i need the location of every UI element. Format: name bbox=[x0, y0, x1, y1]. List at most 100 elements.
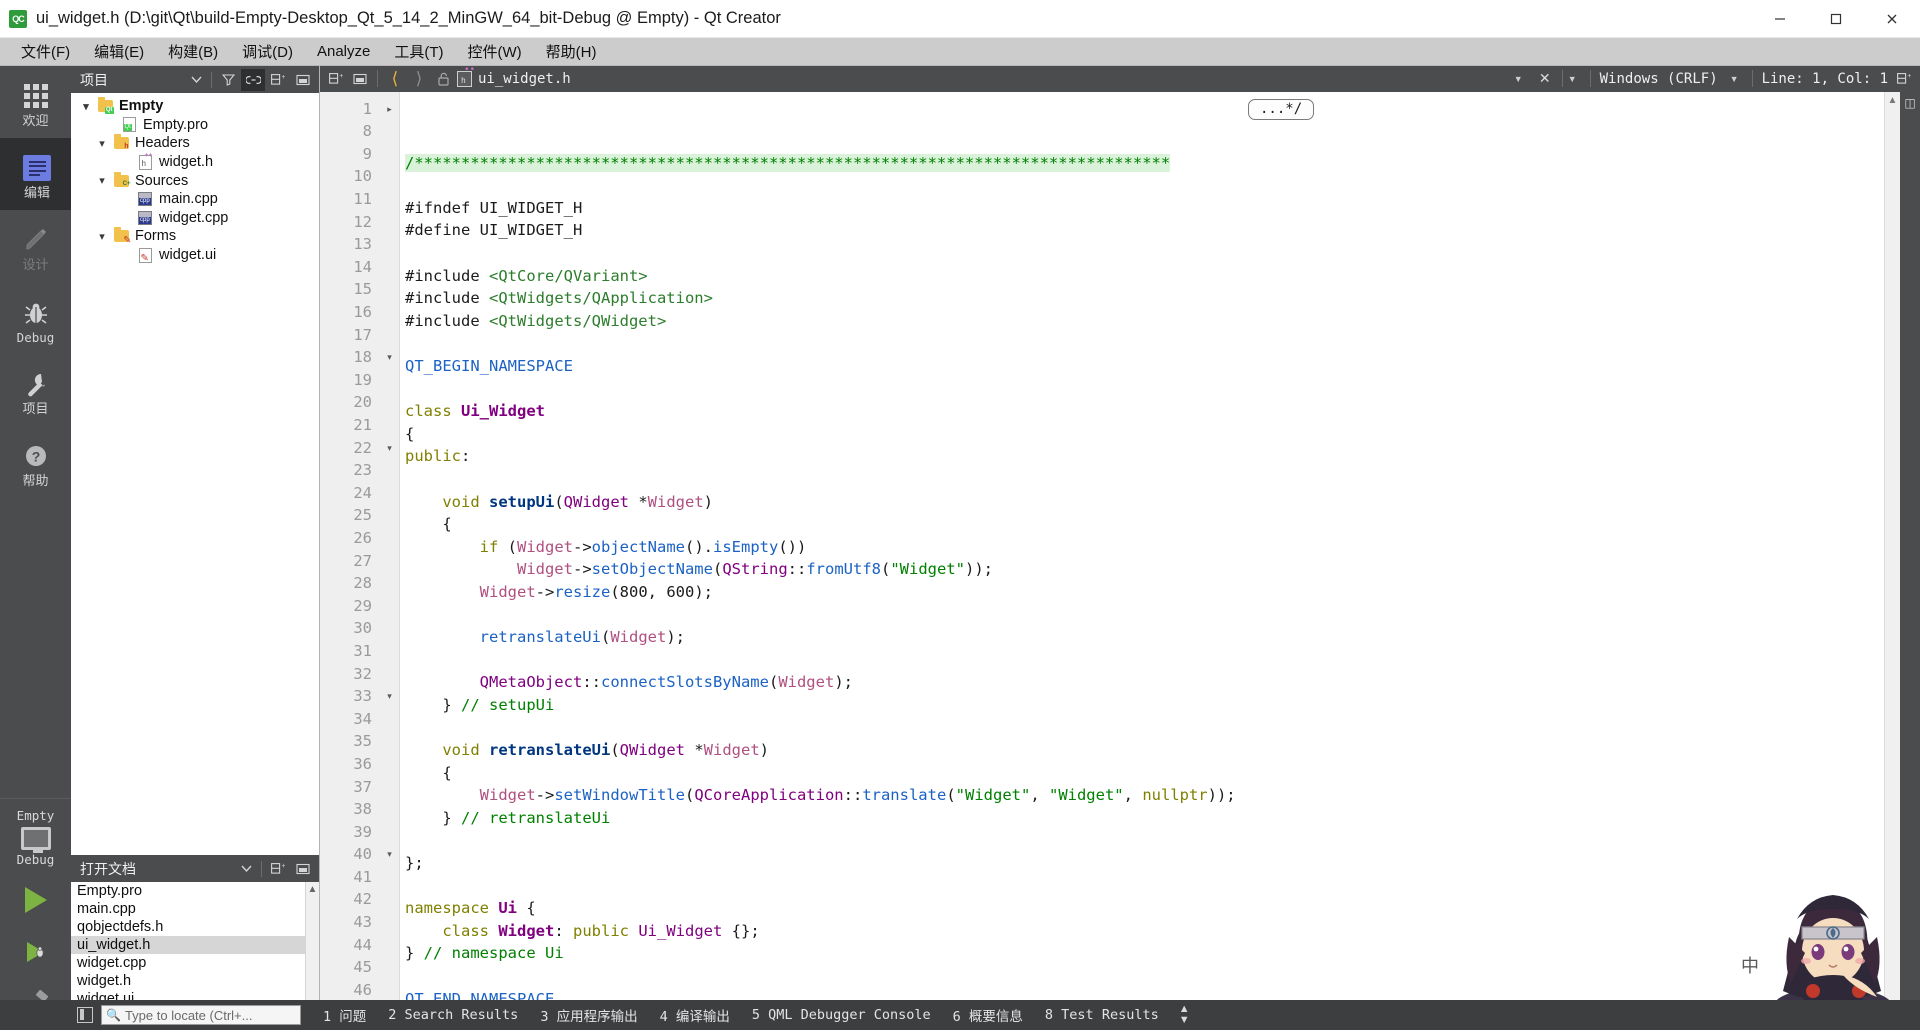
twisty-open-icon[interactable]: ▾ bbox=[93, 137, 111, 150]
kit-selector[interactable]: Empty Debug bbox=[0, 797, 71, 875]
divider bbox=[1561, 70, 1563, 88]
forward-arrow-icon[interactable]: ⟩ bbox=[407, 68, 431, 90]
menu-edit[interactable]: 编辑(E) bbox=[83, 38, 155, 65]
mode-button-design[interactable]: 设计 bbox=[0, 210, 71, 282]
debug-button[interactable] bbox=[0, 926, 71, 978]
menu-build[interactable]: 构建(B) bbox=[157, 38, 229, 65]
run-button[interactable] bbox=[0, 874, 71, 926]
menu-window[interactable]: 控件(W) bbox=[457, 38, 533, 65]
output-pane-test-results[interactable]: 8 Test Results bbox=[1045, 1007, 1159, 1023]
toggle-sidebar-icon[interactable] bbox=[77, 1007, 93, 1023]
fold-toggle-icon[interactable]: ▾ bbox=[380, 346, 399, 369]
tree-label: widget.cpp bbox=[159, 209, 229, 226]
minimize-button[interactable] bbox=[1752, 0, 1808, 38]
line-number: 40 bbox=[353, 845, 372, 864]
output-pane-application-output[interactable]: 3 应用程序输出 bbox=[540, 1005, 637, 1025]
open-document-item[interactable]: widget.cpp bbox=[71, 954, 319, 972]
split-editor-icon[interactable]: + bbox=[324, 68, 348, 90]
code-token: Widget bbox=[778, 673, 835, 692]
chevron-down-icon[interactable] bbox=[234, 858, 258, 880]
tree-item-widget-h[interactable]: ▾ widget.h bbox=[71, 152, 319, 172]
close-panel-icon[interactable] bbox=[291, 858, 315, 880]
link-sync-icon[interactable] bbox=[241, 68, 265, 91]
split-add-icon[interactable]: + bbox=[1892, 68, 1916, 90]
close-document-icon[interactable]: ✕ bbox=[1533, 68, 1557, 90]
back-arrow-icon[interactable]: ⟨ bbox=[383, 68, 407, 90]
fold-toggle-icon[interactable]: ▸ bbox=[380, 98, 399, 121]
close-panel-icon[interactable] bbox=[291, 69, 315, 91]
forms-folder-icon bbox=[111, 227, 132, 246]
line-number: 31 bbox=[353, 641, 372, 660]
split-add-icon[interactable]: + bbox=[266, 858, 290, 880]
tree-item-empty-pro[interactable]: ▾ Empty.pro bbox=[71, 116, 319, 135]
window-title: ui_widget.h (D:\git\Qt\build-Empty-Deskt… bbox=[36, 9, 781, 27]
code-token: void bbox=[405, 492, 489, 511]
split-add-icon[interactable]: + bbox=[266, 69, 290, 91]
output-pane-summary[interactable]: 6 概要信息 bbox=[953, 1005, 1023, 1025]
filter-funnel-icon[interactable] bbox=[216, 69, 240, 91]
close-button[interactable] bbox=[1864, 0, 1920, 38]
line-ending-selector[interactable]: Windows (CRLF) bbox=[1596, 71, 1722, 87]
code-folding-column[interactable]: ▸ ▾ ▾ ▾ ▾ bbox=[380, 91, 400, 1030]
code-line: QMetaObject::connectSlotsByName(Widget); bbox=[405, 671, 1884, 694]
code-token: ( bbox=[880, 560, 891, 579]
output-pane-compile-output[interactable]: 4 编译输出 bbox=[660, 1005, 730, 1025]
code-token: #include bbox=[405, 266, 489, 285]
output-pane-qml-debugger-console[interactable]: 5 QML Debugger Console bbox=[752, 1007, 931, 1023]
locator-input[interactable]: 🔍 Type to locate (Ctrl+... bbox=[101, 1005, 301, 1025]
scroll-up-arrow-icon[interactable]: ▲ bbox=[1888, 95, 1898, 106]
menu-debug[interactable]: 调试(D) bbox=[231, 38, 304, 65]
tree-item-sources[interactable]: ▾ Sources bbox=[71, 171, 319, 190]
open-document-item[interactable]: Empty.pro bbox=[71, 882, 319, 900]
line-ending-chevron-icon[interactable]: ▼ bbox=[1730, 74, 1739, 84]
chevron-down-icon[interactable] bbox=[184, 69, 208, 91]
open-document-item[interactable]: main.cpp bbox=[71, 900, 319, 918]
mode-button-welcome[interactable]: 欢迎 bbox=[0, 66, 71, 138]
twisty-open-icon[interactable]: ▾ bbox=[93, 174, 111, 187]
mode-button-edit[interactable]: 编辑 bbox=[0, 138, 71, 210]
project-tree[interactable]: ▾ Empty ▾ Empty.pro ▾ Headers ▾ widget.h bbox=[71, 93, 319, 855]
editor-file-selector[interactable]: ui_widget.h bbox=[457, 66, 571, 87]
open-document-item[interactable]: widget.h bbox=[71, 972, 319, 990]
line-number: 32 bbox=[353, 664, 372, 683]
code-token: )); bbox=[1207, 786, 1236, 805]
tree-item-project-empty[interactable]: ▾ Empty bbox=[71, 97, 319, 116]
twisty-open-icon[interactable]: ▾ bbox=[77, 100, 95, 113]
tree-item-widget-ui[interactable]: ▾ widget.ui bbox=[71, 246, 319, 265]
output-pane-issues[interactable]: 1 问题 bbox=[323, 1005, 366, 1025]
expand-sidebar-icon[interactable]: ◫ bbox=[1904, 96, 1915, 110]
fold-toggle-icon[interactable]: ▾ bbox=[380, 685, 399, 708]
encoding-chevron-icon[interactable]: ▼ bbox=[1568, 74, 1577, 84]
maximize-button[interactable] bbox=[1808, 0, 1864, 38]
menu-help[interactable]: 帮助(H) bbox=[535, 38, 608, 65]
tree-item-forms[interactable]: ▾ Forms bbox=[71, 227, 319, 246]
mode-button-help[interactable]: ? 帮助 bbox=[0, 426, 71, 498]
open-document-item[interactable]: qobjectdefs.h bbox=[71, 918, 319, 936]
collapsed-comment-badge[interactable]: ...*/ bbox=[1248, 98, 1315, 120]
output-pane-updown-icon[interactable]: ▲ ▼ bbox=[1179, 1004, 1190, 1026]
chevron-down-icon[interactable]: ▼ bbox=[1514, 74, 1523, 84]
code-token: <QtWidgets/QApplication> bbox=[489, 289, 713, 308]
code-text-area[interactable]: /***************************************… bbox=[400, 92, 1884, 1030]
menu-analyze[interactable]: Analyze bbox=[306, 40, 381, 63]
svg-text:?: ? bbox=[31, 449, 40, 465]
line-number: 27 bbox=[353, 551, 372, 570]
output-pane-search-results[interactable]: 2 Search Results bbox=[388, 1007, 518, 1023]
fold-toggle-icon[interactable]: ▾ bbox=[380, 437, 399, 460]
mode-button-projects[interactable]: 项目 bbox=[0, 354, 71, 426]
menu-tools[interactable]: 工具(T) bbox=[383, 38, 454, 65]
tree-item-main-cpp[interactable]: ▾ main.cpp bbox=[71, 190, 319, 209]
editor-vertical-scrollbar[interactable]: ▲ ▼ bbox=[1884, 91, 1900, 1030]
fold-toggle-icon[interactable]: ▾ bbox=[380, 843, 399, 866]
close-split-icon[interactable] bbox=[348, 68, 372, 90]
mode-button-debug[interactable]: Debug bbox=[0, 282, 71, 354]
twisty-open-icon[interactable]: ▾ bbox=[93, 230, 111, 243]
menu-file[interactable]: 文件(F) bbox=[10, 38, 81, 65]
unlocked-padlock-icon[interactable] bbox=[431, 68, 455, 90]
kit-project-name: Empty bbox=[16, 807, 55, 823]
tree-item-widget-cpp[interactable]: ▾ widget.cpp bbox=[71, 209, 319, 228]
scroll-up-arrow-icon[interactable]: ▲ bbox=[306, 882, 319, 895]
tree-item-headers[interactable]: ▾ Headers bbox=[71, 134, 319, 153]
open-document-item-selected[interactable]: ui_widget.h bbox=[71, 936, 319, 954]
